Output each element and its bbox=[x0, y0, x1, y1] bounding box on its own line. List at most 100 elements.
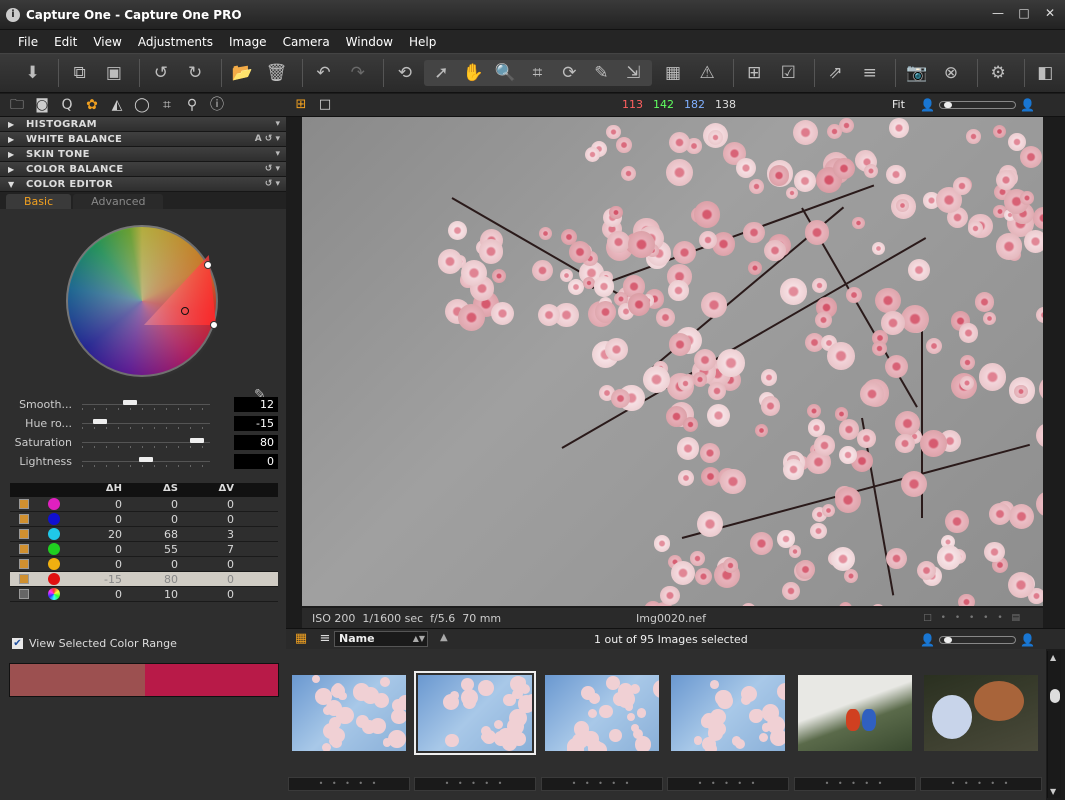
section-color-editor[interactable]: ▼ COLOR EDITOR ↺ ▾ bbox=[0, 177, 286, 192]
minimize-icon[interactable]: — bbox=[991, 6, 1005, 20]
view-selected-range-toggle[interactable]: ✔ View Selected Color Range bbox=[12, 637, 177, 650]
grid-view-icon[interactable]: ▦ bbox=[292, 631, 310, 647]
thumbnail[interactable] bbox=[292, 675, 406, 751]
pick-icon[interactable]: ⇲ bbox=[618, 60, 648, 86]
exposure-tab-icon[interactable]: ◭ bbox=[106, 95, 128, 115]
cancel-icon[interactable]: ⊗ bbox=[936, 60, 965, 86]
thumbnail[interactable] bbox=[414, 671, 536, 755]
rotate-left-icon[interactable]: ↺ bbox=[146, 60, 175, 86]
camera-icon[interactable]: 📷 bbox=[902, 60, 931, 86]
thumbnail[interactable] bbox=[924, 675, 1038, 751]
slider-knob[interactable] bbox=[93, 418, 107, 424]
pointer-icon[interactable]: ➚ bbox=[426, 60, 456, 86]
range-handle-bottom[interactable] bbox=[210, 321, 218, 329]
thumbnail-rating-strip[interactable]: • • • • • bbox=[288, 777, 410, 791]
sort-spinner-icon[interactable]: ▲▼ bbox=[413, 632, 425, 646]
import-icon[interactable]: ⬇ bbox=[18, 60, 47, 86]
section-menu-icon[interactable]: ▾ bbox=[275, 119, 280, 129]
folder-icon[interactable]: 📂 bbox=[228, 60, 257, 86]
quick-tab-icon[interactable]: Q bbox=[56, 95, 78, 115]
slider-knob[interactable] bbox=[123, 399, 137, 405]
thumbnail-rating-strip[interactable]: • • • • • bbox=[667, 777, 789, 791]
sort-direction-icon[interactable]: ▲ bbox=[440, 632, 448, 643]
table-row[interactable]: 0 55 7 bbox=[10, 542, 278, 557]
close-icon[interactable]: ✕ bbox=[1043, 6, 1057, 20]
section-menu-icon[interactable]: ↺ ▾ bbox=[265, 179, 280, 189]
menu-camera[interactable]: Camera bbox=[283, 35, 330, 49]
section-menu-icon[interactable]: ↺ ▾ bbox=[265, 164, 280, 174]
hue-rotation-slider[interactable] bbox=[82, 418, 210, 430]
thumbnail-rating-strip[interactable]: • • • • • bbox=[920, 777, 1042, 791]
thumbnail[interactable] bbox=[798, 675, 912, 751]
smoothness-value[interactable]: 12 bbox=[234, 397, 278, 412]
row-checkbox[interactable] bbox=[19, 529, 29, 539]
thumbnail-rating-strip[interactable]: • • • • • bbox=[541, 777, 663, 791]
trash-icon[interactable]: 🗑 bbox=[262, 60, 291, 86]
lightness-value[interactable]: 0 bbox=[234, 454, 278, 469]
section-tail[interactable]: A ↺ ▾ bbox=[255, 134, 280, 144]
table-row[interactable]: 0 10 0 bbox=[10, 587, 278, 602]
settings-icon[interactable]: ⚙ bbox=[984, 60, 1013, 86]
thumbnail[interactable] bbox=[671, 675, 785, 751]
viewer-zoom-slider[interactable]: 👤 👤 bbox=[920, 98, 1035, 112]
pan-icon[interactable]: ✋ bbox=[458, 60, 488, 86]
library-tab-icon[interactable]: 🗀 bbox=[6, 95, 28, 115]
thumbnail[interactable] bbox=[545, 675, 659, 751]
multi-view-icon[interactable]: ⊞ bbox=[292, 97, 310, 113]
thumbnail-size-slider[interactable]: 👤 👤 bbox=[920, 633, 1035, 647]
row-checkbox[interactable] bbox=[19, 499, 29, 509]
single-view-icon[interactable]: □ bbox=[316, 97, 334, 113]
focus-tab-icon[interactable]: ⚲ bbox=[181, 95, 203, 115]
lens-tab-icon[interactable]: ◯ bbox=[131, 95, 153, 115]
section-histogram[interactable]: ▶ HISTOGRAM ▾ bbox=[0, 117, 286, 132]
scroll-down-icon[interactable]: ▼ bbox=[1050, 787, 1056, 796]
new-variant-icon[interactable]: ⊞ bbox=[740, 60, 769, 86]
section-menu-icon[interactable]: ▾ bbox=[275, 149, 280, 159]
thumbnail-rating-strip[interactable]: • • • • • bbox=[414, 777, 536, 791]
row-checkbox[interactable] bbox=[19, 559, 29, 569]
thumbnail-rating-strip[interactable]: • • • • • bbox=[794, 777, 916, 791]
lightness-slider[interactable] bbox=[82, 456, 210, 468]
info-tab-icon[interactable]: ⓘ bbox=[206, 95, 228, 115]
rotate-icon[interactable]: ⟳ bbox=[554, 60, 584, 86]
capture-tab-icon[interactable]: ◙ bbox=[31, 95, 53, 115]
scroll-up-icon[interactable]: ▲ bbox=[1050, 653, 1056, 662]
table-row[interactable]: 20 68 3 bbox=[10, 527, 278, 542]
menu-view[interactable]: View bbox=[93, 35, 121, 49]
picker-icon[interactable]: ✎ bbox=[586, 60, 616, 86]
rating-dots[interactable]: □ • • • • • ▤ bbox=[923, 613, 1023, 623]
maximize-icon[interactable]: □ bbox=[1017, 6, 1031, 20]
range-center-handle[interactable] bbox=[181, 307, 189, 315]
row-checkbox[interactable] bbox=[19, 574, 29, 584]
menu-help[interactable]: Help bbox=[409, 35, 436, 49]
hue-rotation-value[interactable]: -15 bbox=[234, 416, 278, 431]
list-view-icon[interactable]: ≡ bbox=[316, 631, 334, 647]
slider-knob[interactable] bbox=[190, 437, 204, 443]
table-row[interactable]: -15 80 0 bbox=[10, 572, 278, 587]
view-range-checkbox[interactable]: ✔ bbox=[12, 638, 23, 649]
menu-adjustments[interactable]: Adjustments bbox=[138, 35, 213, 49]
smoothness-slider[interactable] bbox=[82, 399, 210, 411]
range-handle-top[interactable] bbox=[204, 261, 212, 269]
row-checkbox[interactable] bbox=[19, 514, 29, 524]
row-checkbox[interactable] bbox=[19, 589, 29, 599]
warning-icon[interactable]: ⚠ bbox=[693, 60, 722, 86]
tab-basic[interactable]: Basic bbox=[6, 194, 72, 209]
rotate-right-icon[interactable]: ↻ bbox=[181, 60, 210, 86]
crop-tab-icon[interactable]: ⌗ bbox=[156, 95, 178, 115]
menu-edit[interactable]: Edit bbox=[54, 35, 77, 49]
capture-icon[interactable]: ⧉ bbox=[65, 60, 94, 86]
zoom-fit-label[interactable]: Fit bbox=[892, 98, 905, 111]
zoom-icon[interactable]: 🔍 bbox=[490, 60, 520, 86]
sort-select[interactable]: Name ▲▼ bbox=[334, 631, 428, 647]
color-tab-icon[interactable]: ✿ bbox=[81, 95, 103, 115]
undo-icon[interactable]: ↶ bbox=[309, 60, 338, 86]
menu-window[interactable]: Window bbox=[346, 35, 393, 49]
edit-icon[interactable]: ▣ bbox=[99, 60, 128, 86]
table-row[interactable]: 0 0 0 bbox=[10, 497, 278, 512]
exposure-icon[interactable]: ◧ bbox=[1031, 60, 1060, 86]
browser-scrollbar[interactable]: ▲ ▼ bbox=[1047, 651, 1061, 798]
section-white-balance[interactable]: ▶ WHITE BALANCE A ↺ ▾ bbox=[0, 132, 286, 147]
reset-icon[interactable]: ⟲ bbox=[390, 60, 419, 86]
crop-icon[interactable]: ⌗ bbox=[522, 60, 552, 86]
